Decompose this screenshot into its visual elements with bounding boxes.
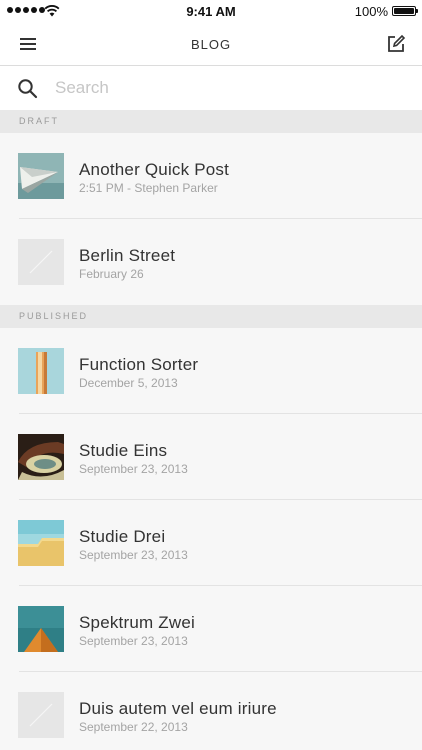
list-item[interactable]: Studie Eins September 23, 2013 (0, 414, 422, 500)
post-title: Duis autem vel eum iriure (79, 699, 277, 718)
post-meta: September 22, 2013 (79, 720, 188, 734)
list-item[interactable]: Spektrum Zwei September 23, 2013 (0, 586, 422, 672)
post-thumbnail (18, 520, 64, 566)
list-item[interactable]: Another Quick Post 2:51 PM - Stephen Par… (0, 133, 422, 219)
compose-icon[interactable] (384, 32, 408, 56)
placeholder-thumbnail (18, 239, 64, 285)
post-title: Another Quick Post (79, 160, 230, 179)
section-header-draft: DRAFT (0, 110, 422, 133)
post-meta: February 26 (79, 267, 144, 281)
search-bar (0, 66, 422, 110)
placeholder-thumbnail (18, 692, 64, 738)
section-header-published: PUBLISHED (0, 305, 422, 328)
list-item[interactable]: Berlin Street February 26 (0, 219, 422, 305)
post-meta: September 23, 2013 (79, 462, 188, 476)
page-title: BLOG (190, 37, 232, 52)
nav-bar: BLOG (0, 22, 422, 66)
list-item[interactable]: Studie Drei September 23, 2013 (0, 500, 422, 586)
battery-icon (392, 6, 418, 16)
post-title: Spektrum Zwei (79, 613, 195, 632)
battery-percentage: 100% (354, 4, 388, 19)
search-input[interactable] (55, 74, 395, 102)
post-title: Function Sorter (79, 355, 199, 374)
post-meta: December 5, 2013 (79, 376, 178, 390)
post-thumbnail (18, 434, 64, 480)
post-title: Studie Eins (79, 441, 168, 460)
post-title: Berlin Street (79, 246, 176, 265)
list-item[interactable]: Function Sorter December 5, 2013 (0, 328, 422, 414)
post-meta: September 23, 2013 (79, 634, 188, 648)
post-thumbnail (18, 348, 64, 394)
post-title: Studie Drei (79, 527, 166, 546)
post-thumbnail (18, 153, 64, 199)
post-meta: 2:51 PM - Stephen Parker (79, 181, 218, 195)
status-bar: 9:41 AM 100% (0, 0, 422, 22)
post-meta: September 23, 2013 (79, 548, 188, 562)
post-thumbnail (18, 606, 64, 652)
list-item[interactable]: Duis autem vel eum iriure September 22, … (0, 672, 422, 750)
search-icon (18, 79, 38, 99)
